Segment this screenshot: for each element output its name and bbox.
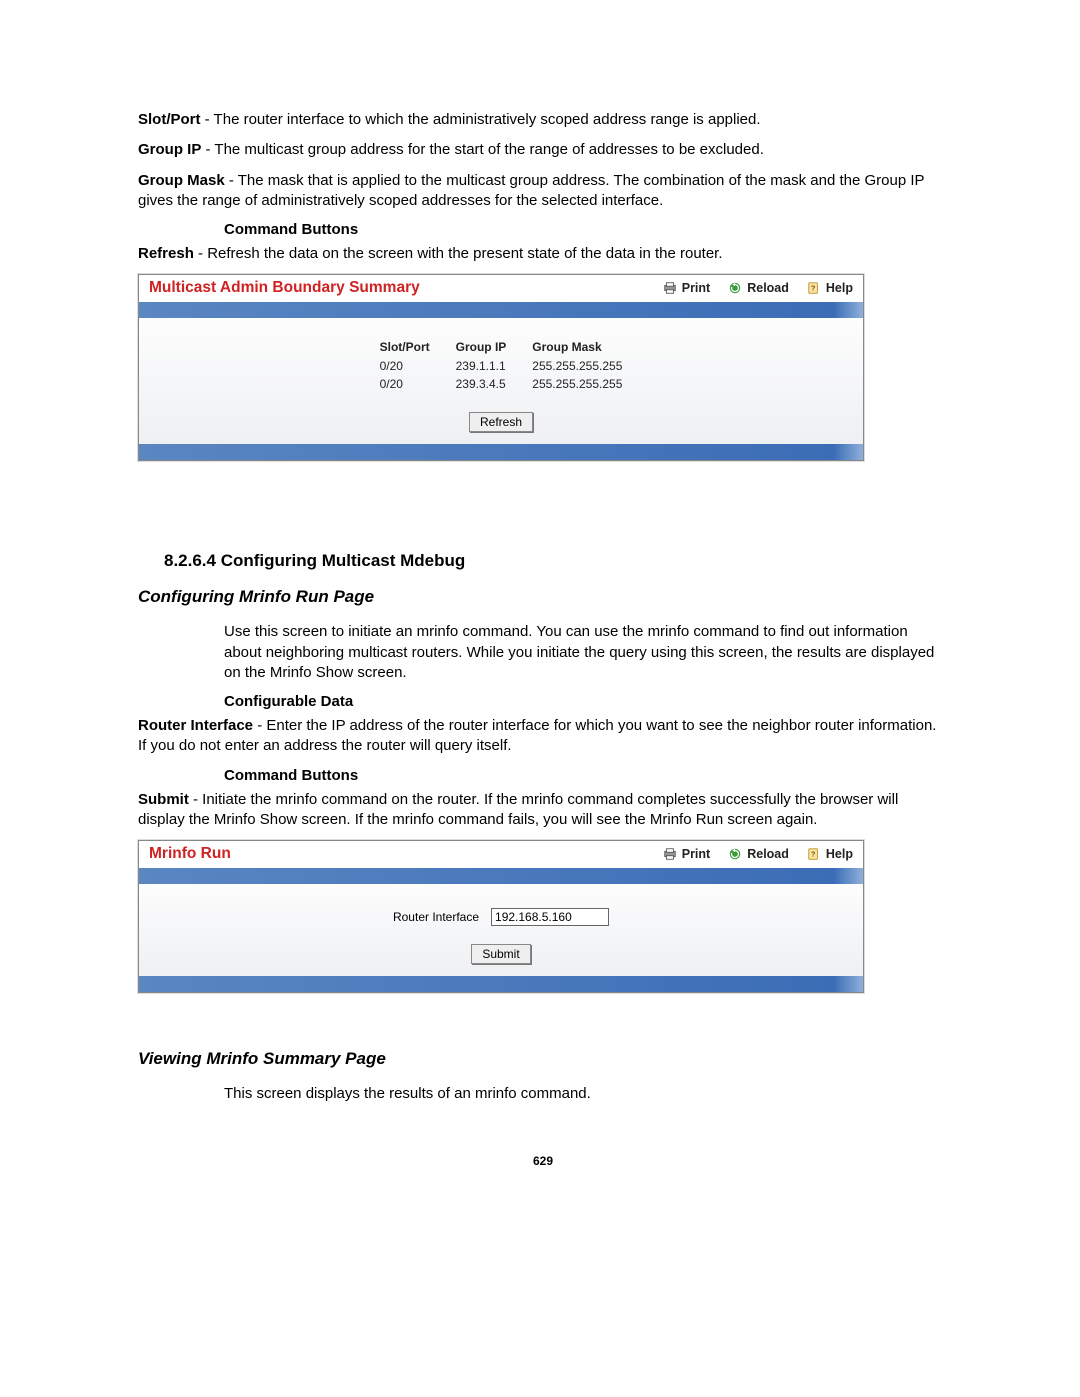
help-button[interactable]: ? Help xyxy=(807,847,853,861)
desc-group-mask: - The mask that is applied to the multic… xyxy=(138,172,924,209)
svg-text:?: ? xyxy=(811,852,815,859)
router-interface-input[interactable] xyxy=(491,908,609,926)
mrinfo-summary-intro: This screen displays the results of an m… xyxy=(224,1084,948,1104)
col-group-ip: Group IP xyxy=(444,338,519,356)
panel2-actions: Print Reload ? Help xyxy=(663,847,853,861)
reload-icon xyxy=(728,847,742,861)
col-group-mask: Group Mask xyxy=(520,338,634,356)
cell: 239.3.4.5 xyxy=(444,376,519,392)
panel1-actions: Print Reload ? Help xyxy=(663,281,853,295)
command-buttons-label-1: Command Buttons xyxy=(224,221,948,238)
term-group-mask: Group Mask xyxy=(138,172,225,189)
panel-mrinfo-run: Mrinfo Run Print Reload ? xyxy=(138,840,864,993)
panel2-body: Router Interface Submit xyxy=(139,884,863,976)
panel2-header: Mrinfo Run Print Reload ? xyxy=(139,841,863,868)
router-interface-label: Router Interface xyxy=(393,910,479,924)
desc-refresh: - Refresh the data on the screen with th… xyxy=(194,245,723,262)
page-number: 629 xyxy=(138,1154,948,1168)
panel2-button-row: Submit xyxy=(147,944,855,964)
panel2-bottombar xyxy=(139,976,863,992)
mrinfo-run-heading: Configuring Mrinfo Run Page xyxy=(138,587,948,607)
cell: 239.1.1.1 xyxy=(444,358,519,374)
svg-text:?: ? xyxy=(811,286,815,293)
submit-button[interactable]: Submit xyxy=(471,944,530,964)
def-submit: Submit - Initiate the mrinfo command on … xyxy=(138,790,948,831)
panel1-button-row: Refresh xyxy=(147,412,855,432)
table-header-row: Slot/Port Group IP Group Mask xyxy=(368,338,635,356)
term-group-ip: Group IP xyxy=(138,141,201,158)
help-icon: ? xyxy=(807,847,821,861)
def-router-interface: Router Interface - Enter the IP address … xyxy=(138,716,948,757)
router-interface-row: Router Interface xyxy=(147,902,855,926)
command-buttons-label-2: Command Buttons xyxy=(224,767,948,784)
reload-label: Reload xyxy=(747,847,789,861)
configurable-data-label: Configurable Data xyxy=(224,693,948,710)
refresh-button[interactable]: Refresh xyxy=(469,412,533,432)
cell: 0/20 xyxy=(368,376,442,392)
def-group-mask: Group Mask - The mask that is applied to… xyxy=(138,171,948,212)
panel1-topbar xyxy=(139,302,863,318)
panel1-title: Multicast Admin Boundary Summary xyxy=(149,279,420,297)
desc-router-interface: - Enter the IP address of the router int… xyxy=(138,717,936,754)
panel-multicast-admin-boundary: Multicast Admin Boundary Summary Print R… xyxy=(138,274,864,461)
reload-button[interactable]: Reload xyxy=(728,281,789,295)
def-slot-port: Slot/Port - The router interface to whic… xyxy=(138,110,948,130)
panel1-bottombar xyxy=(139,444,863,460)
document-page: Slot/Port - The router interface to whic… xyxy=(0,0,1080,1397)
def-refresh: Refresh - Refresh the data on the screen… xyxy=(138,244,948,264)
reload-icon xyxy=(728,281,742,295)
reload-button[interactable]: Reload xyxy=(728,847,789,861)
table-row: 0/20 239.3.4.5 255.255.255.255 xyxy=(368,376,635,392)
help-label: Help xyxy=(826,847,853,861)
cell: 255.255.255.255 xyxy=(520,376,634,392)
desc-group-ip: - The multicast group address for the st… xyxy=(201,141,764,158)
printer-icon xyxy=(663,847,677,861)
help-button[interactable]: ? Help xyxy=(807,281,853,295)
term-router-interface: Router Interface xyxy=(138,717,253,734)
cell: 0/20 xyxy=(368,358,442,374)
help-icon: ? xyxy=(807,281,821,295)
mrinfo-summary-heading: Viewing Mrinfo Summary Page xyxy=(138,1049,948,1069)
print-button[interactable]: Print xyxy=(663,847,710,861)
print-button[interactable]: Print xyxy=(663,281,710,295)
cell: 255.255.255.255 xyxy=(520,358,634,374)
panel1-body: Slot/Port Group IP Group Mask 0/20 239.1… xyxy=(139,318,863,444)
panel1-header: Multicast Admin Boundary Summary Print R… xyxy=(139,275,863,302)
term-refresh: Refresh xyxy=(138,245,194,262)
table-row: 0/20 239.1.1.1 255.255.255.255 xyxy=(368,358,635,374)
col-slot-port: Slot/Port xyxy=(368,338,442,356)
panel2-topbar xyxy=(139,868,863,884)
printer-icon xyxy=(663,281,677,295)
print-label: Print xyxy=(682,281,710,295)
desc-submit: - Initiate the mrinfo command on the rou… xyxy=(138,791,898,828)
mrinfo-run-intro: Use this screen to initiate an mrinfo co… xyxy=(224,622,948,683)
term-slot-port: Slot/Port xyxy=(138,111,201,128)
section-heading: 8.2.6.4 Configuring Multicast Mdebug xyxy=(164,551,948,571)
term-submit: Submit xyxy=(138,791,189,808)
boundary-table: Slot/Port Group IP Group Mask 0/20 239.1… xyxy=(366,336,637,394)
print-label: Print xyxy=(682,847,710,861)
def-group-ip: Group IP - The multicast group address f… xyxy=(138,140,948,160)
desc-slot-port: - The router interface to which the admi… xyxy=(201,111,761,128)
panel2-title: Mrinfo Run xyxy=(149,845,231,863)
help-label: Help xyxy=(826,281,853,295)
reload-label: Reload xyxy=(747,281,789,295)
